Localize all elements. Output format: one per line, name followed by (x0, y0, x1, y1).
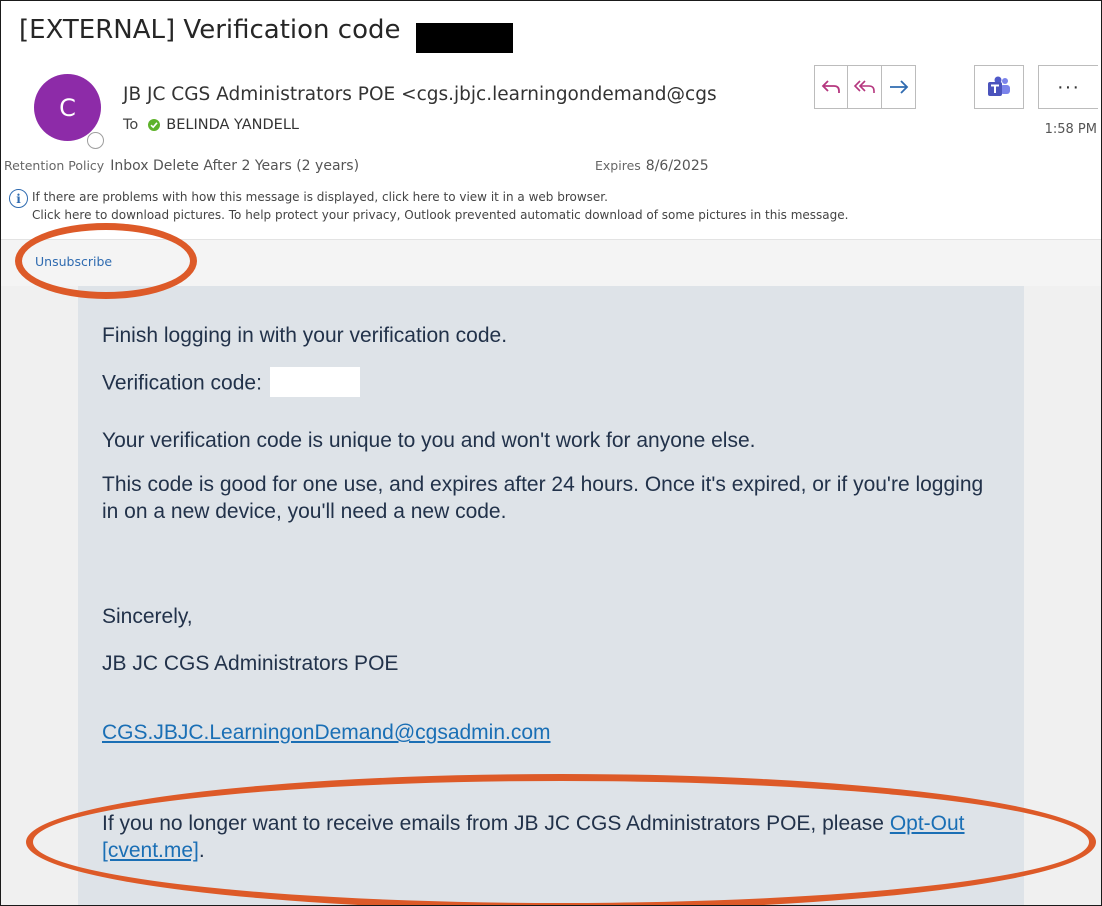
online-status-icon (148, 119, 160, 131)
info-icon: i (9, 189, 28, 208)
email-body: Finish logging in with your verification… (78, 286, 1024, 906)
sender-address[interactable]: JB JC CGS Administrators POE <cgs.jbjc.l… (123, 84, 717, 105)
view-in-browser-notice[interactable]: If there are problems with how this mess… (32, 190, 608, 204)
expiry-note: This code is good for one use, and expir… (102, 471, 1002, 525)
message-toolbar (814, 65, 916, 109)
reply-all-icon (853, 78, 877, 96)
expires-label: Expires (595, 158, 641, 173)
to-label: To (123, 117, 138, 133)
teams-button[interactable] (974, 65, 1024, 109)
email-window: [EXTERNAL] Verification code C JB JC CGS… (0, 0, 1102, 906)
forward-icon (888, 78, 910, 96)
unsubscribe-link[interactable]: Unsubscribe (35, 254, 112, 269)
opt-out-prefix: If you no longer want to receive emails … (102, 812, 890, 835)
expires-value: 8/6/2025 (646, 158, 709, 174)
forward-button[interactable] (882, 65, 916, 109)
presence-icon (87, 132, 104, 149)
code-redaction-box (270, 367, 360, 397)
reply-icon (820, 78, 842, 96)
recipient-line: To BELINDA YANDELL (123, 117, 299, 133)
reply-all-button[interactable] (848, 65, 882, 109)
opt-out-text: If you no longer want to receive emails … (102, 810, 1002, 864)
expiration: Expires 8/6/2025 (595, 158, 709, 174)
retention-value: Inbox Delete After 2 Years (2 years) (110, 158, 359, 174)
redaction-box (416, 23, 513, 53)
received-time: 1:58 PM (1045, 122, 1097, 137)
verification-code-line: Verification code: (102, 369, 1002, 399)
unsubscribe-bar (1, 239, 1101, 287)
retention-label: Retention Policy (4, 158, 104, 173)
intro-text: Finish logging in with your verification… (102, 322, 1002, 349)
avatar[interactable]: C (34, 74, 101, 141)
email-subject: [EXTERNAL] Verification code (19, 15, 400, 45)
unique-note: Your verification code is unique to you … (102, 427, 1002, 454)
contact-email-link[interactable]: CGS.JBJC.LearningonDemand@cgsadmin.com (102, 721, 551, 744)
code-label: Verification code: (102, 372, 262, 395)
closing-text: Sincerely, (102, 603, 1002, 630)
signature-text: JB JC CGS Administrators POE (102, 650, 1002, 677)
teams-icon (986, 75, 1012, 99)
reply-button[interactable] (814, 65, 848, 109)
recipient-name[interactable]: BELINDA YANDELL (166, 117, 299, 133)
download-pictures-notice[interactable]: Click here to download pictures. To help… (32, 208, 848, 222)
opt-out-suffix: . (199, 839, 205, 862)
more-actions-button[interactable]: ··· (1038, 65, 1098, 109)
retention-policy: Retention Policy Inbox Delete After 2 Yea… (4, 158, 359, 174)
avatar-initial: C (59, 94, 76, 122)
